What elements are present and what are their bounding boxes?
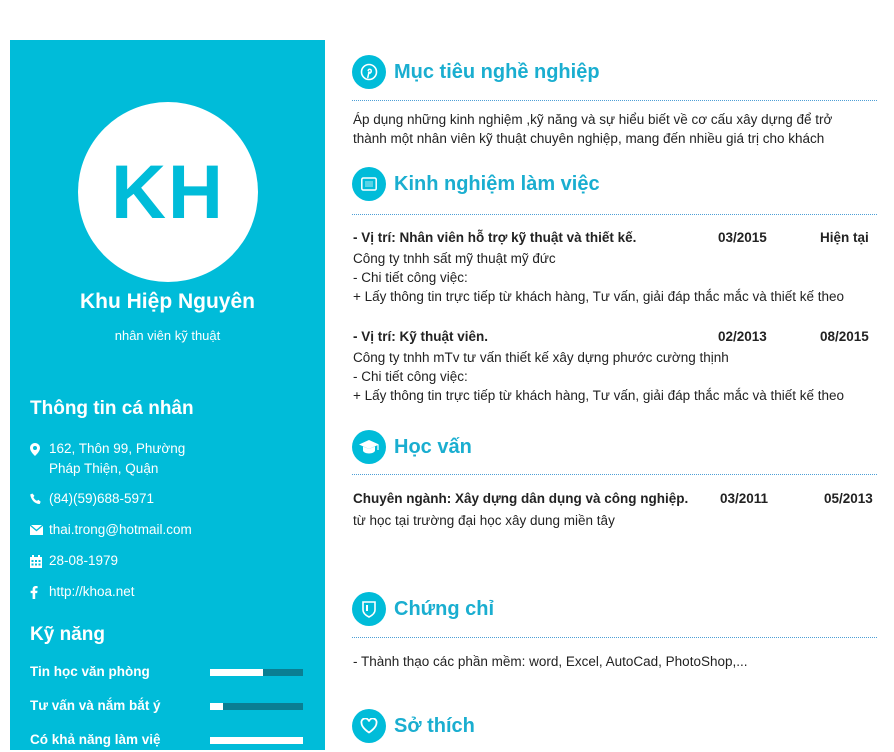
- skill-row: Tư vấn và nắm bắt ý: [30, 698, 305, 718]
- skill-label: Có khả năng làm việ: [30, 732, 161, 747]
- calendar-icon: [30, 551, 49, 571]
- job-detail-label: - Chi tiết công việc:: [353, 270, 468, 285]
- certificates-line: - Thành thạo các phần mềm: word, Excel, …: [353, 654, 748, 669]
- skill-label: Tin học văn phòng: [30, 664, 150, 679]
- job-detail-label: - Chi tiết công việc:: [353, 369, 468, 384]
- job-start-date: 03/2015: [718, 230, 767, 245]
- email-row: thai.trong@hotmail.com: [30, 520, 310, 540]
- profile-title: nhân viên kỹ thuật: [114, 328, 221, 343]
- education-row: Chuyên ngành: Xây dựng dân dụng và công …: [353, 491, 873, 511]
- job-company: Công ty tnhh sất mỹ thuật mỹ đức: [353, 251, 556, 266]
- job-position: - Vị trí: Kỹ thuật viên.: [353, 329, 489, 344]
- profile-name: Khu Hiệp Nguyên: [79, 290, 255, 313]
- education-end-date: 05/2013: [824, 491, 873, 506]
- certificates-title: Chứng chỉ: [394, 597, 495, 620]
- experience-title: Kinh nghiệm làm việc: [394, 172, 600, 195]
- skill-bar: [210, 737, 303, 744]
- job-end-date: 08/2015: [820, 329, 869, 344]
- job-row: - Vị trí: Nhân viên hỗ trợ kỹ thuật và t…: [353, 230, 873, 250]
- pinterest-icon: [352, 55, 386, 89]
- objective-line-1: Áp dụng những kinh nghiệm ,kỹ năng và sự…: [353, 112, 833, 127]
- skill-bar: [210, 669, 303, 676]
- email-text[interactable]: thai.trong@hotmail.com: [49, 520, 192, 540]
- education-divider: [352, 474, 877, 475]
- skill-bar-fill: [210, 703, 224, 710]
- job-company: Công ty tnhh mTv tư vấn thiết kế xây dựn…: [353, 350, 729, 365]
- address-line-1: 162, Thôn 99, Phường: [49, 441, 186, 456]
- job-position: - Vị trí: Nhân viên hỗ trợ kỹ thuật và t…: [353, 230, 637, 245]
- sidebar: KH Khu Hiệp Nguyên nhân viên kỹ thuật Th…: [10, 40, 325, 750]
- graduation-cap-icon: [352, 430, 386, 464]
- address-line-2: Pháp Thiện, Quận: [49, 461, 159, 476]
- education-major: Chuyên ngành: Xây dựng dân dụng và công …: [353, 491, 689, 506]
- certificates-divider: [352, 637, 877, 638]
- phone-row: (84)(59)688-5971: [30, 489, 310, 509]
- objective-title: Mục tiêu nghề nghiệp: [394, 60, 600, 83]
- hobbies-header: Sở thích: [352, 709, 475, 743]
- skill-row: Tin học văn phòng: [30, 664, 305, 684]
- facebook-icon: [30, 582, 49, 602]
- address-row: 162, Thôn 99, Phường Pháp Thiện, Quận: [30, 439, 310, 479]
- objective-line-2: thành một nhân viên kỹ thuật chuyên nghi…: [353, 131, 825, 146]
- job-detail: + Lấy thông tin trực tiếp từ khách hàng,…: [353, 289, 845, 304]
- phone-icon: [30, 489, 49, 509]
- job-detail: + Lấy thông tin trực tiếp từ khách hàng,…: [353, 388, 845, 403]
- skill-bar-fill: [210, 669, 263, 676]
- education-header: Học vấn: [352, 430, 472, 464]
- skill-label: Tư vấn và nắm bắt ý: [30, 698, 161, 713]
- envelope-icon: [30, 520, 49, 540]
- job-end-date: Hiện tại: [820, 230, 869, 245]
- briefcase-icon: [352, 167, 386, 201]
- phone-text: (84)(59)688-5971: [49, 491, 155, 506]
- skill-bar: [210, 703, 303, 710]
- objective-divider: [352, 100, 877, 101]
- skill-bar-fill: [210, 737, 303, 744]
- personal-info-heading: Thông tin cá nhân: [30, 398, 194, 419]
- experience-divider: [352, 214, 877, 215]
- job-start-date: 02/2013: [718, 329, 767, 344]
- birthday-row: 28-08-1979: [30, 551, 310, 571]
- objective-header: Mục tiêu nghề nghiệp: [352, 55, 600, 89]
- website-row: http://khoa.net: [30, 582, 310, 602]
- birthday-text: 28-08-1979: [49, 553, 119, 568]
- skill-row: Có khả năng làm việ: [30, 732, 305, 752]
- job-row: - Vị trí: Kỹ thuật viên. 02/2013 08/2015: [353, 329, 873, 349]
- education-school: từ học tại trường đại học xây dung miền …: [353, 513, 615, 528]
- shield-icon: [352, 592, 386, 626]
- skills-heading: Kỹ năng: [30, 624, 105, 645]
- avatar: KH: [78, 102, 258, 282]
- education-title: Học vấn: [394, 435, 472, 458]
- hobbies-title: Sở thích: [394, 714, 475, 737]
- experience-header: Kinh nghiệm làm việc: [352, 167, 600, 201]
- website-link[interactable]: http://khoa.net: [49, 582, 135, 602]
- map-marker-icon: [30, 439, 49, 459]
- avatar-initials: KH: [111, 149, 225, 235]
- heart-icon: [352, 709, 386, 743]
- education-start-date: 03/2011: [720, 491, 769, 506]
- certificates-header: Chứng chỉ: [352, 592, 494, 626]
